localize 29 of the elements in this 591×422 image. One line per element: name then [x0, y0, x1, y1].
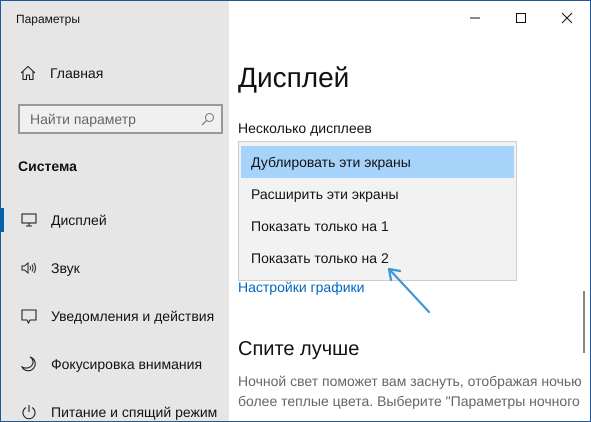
dropdown-option[interactable]: Расширить эти экраны	[241, 178, 514, 210]
sidebar-item[interactable]: Звук	[1, 256, 229, 280]
power-icon	[21, 404, 37, 420]
speaker-icon	[21, 261, 37, 275]
maximize-icon[interactable]	[515, 12, 527, 24]
dropdown-label: Несколько дисплеев	[238, 120, 373, 136]
dropdown-option[interactable]: Показать только на 1	[241, 210, 514, 242]
scrollbar-thumb[interactable]	[583, 291, 585, 353]
sidebar-item[interactable]: Питание и спящий режим	[1, 400, 229, 421]
monitor-icon	[21, 213, 37, 227]
section-heading: Спите лучше	[238, 338, 360, 361]
arrow-drawing	[385, 265, 433, 315]
section-title: Система	[18, 158, 78, 174]
paragraph-line: Ночной свет поможет вам заснуть, отображая ночью	[238, 372, 583, 391]
home-link[interactable]: Главная	[20, 65, 229, 81]
page-heading: Дисплей	[238, 62, 350, 94]
moon-icon	[21, 356, 37, 372]
dropdown-option[interactable]: Дублировать эти экраны	[241, 146, 514, 178]
sidebar-item[interactable]: Уведомления и действия	[1, 304, 229, 328]
search-field[interactable]: Найти параметр	[18, 104, 223, 134]
close-icon[interactable]	[561, 12, 573, 24]
dropdown-option[interactable]: Показать только на 2	[241, 242, 514, 274]
window-title: Параметры	[15, 11, 81, 23]
sidebar-item[interactable]: Фокусировка внимания	[1, 352, 229, 376]
graphics-settings-link[interactable]: Настройки графики	[238, 279, 590, 295]
message-icon	[21, 308, 37, 324]
home-icon	[20, 65, 36, 81]
paragraph-line: более теплые цвета. Выберите "Параметры ночного	[238, 392, 581, 411]
search-icon	[201, 112, 215, 126]
